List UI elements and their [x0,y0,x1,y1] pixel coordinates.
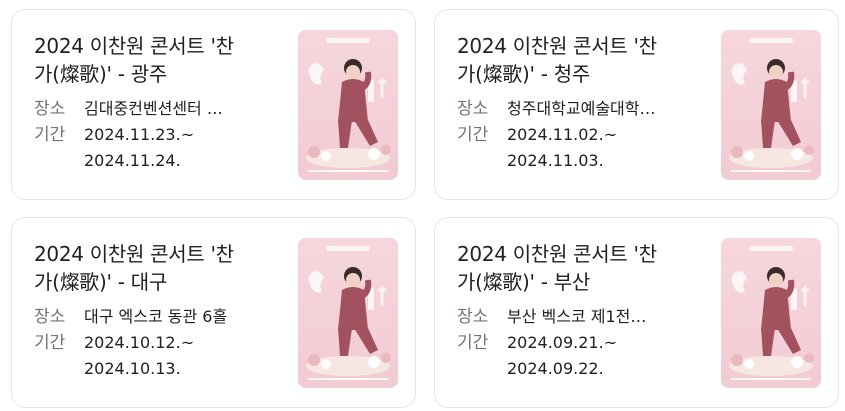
period-end: 2024.09.22. [507,359,604,378]
concert-title-line: 2024 이찬원 콘서트 '찬 [34,242,234,266]
period-start: 2024.10.12.~ [84,333,195,352]
concert-title-line: 가(燦歌)' - 광주 [34,62,167,86]
concert-card[interactable]: 2024 이찬원 콘서트 '찬 가(燦歌)' - 광주 장소 김대중컨벤션센터 … [11,9,416,200]
period-start: 2024.09.21.~ [507,333,618,352]
concert-info: 장소 대구 엑스코 동관 6홀 기간 2024.10.12.~ 2024.10.… [34,304,284,382]
period-start: 2024.11.23.~ [84,125,195,144]
concert-title-line: 가(燦歌)' - 대구 [34,270,167,294]
period-value: 2024.10.12.~ 2024.10.13. [84,330,274,382]
concert-title[interactable]: 2024 이찬원 콘서트 '찬 가(燦歌)' - 청주 [457,32,707,88]
concert-info: 장소 부산 벡스코 제1전… 기간 2024.09.21.~ 2024.09.2… [457,304,707,382]
venue-label: 장소 [457,307,489,327]
period-end: 2024.10.13. [84,359,181,378]
period-end: 2024.11.03. [507,151,604,170]
concert-title-line: 2024 이찬원 콘서트 '찬 [457,242,657,266]
venue-row: 장소 대구 엑스코 동관 6홀 [34,304,284,330]
venue-value: 김대중컨벤션센터 … [84,99,223,118]
concert-poster-image[interactable] [721,238,821,388]
period-end: 2024.11.24. [84,151,181,170]
concert-card[interactable]: 2024 이찬원 콘서트 '찬 가(燦歌)' - 청주 장소 청주대학교예술대학… [434,9,839,200]
concert-title[interactable]: 2024 이찬원 콘서트 '찬 가(燦歌)' - 부산 [457,240,707,296]
period-value: 2024.11.02.~ 2024.11.03. [507,122,697,174]
venue-label: 장소 [34,99,66,119]
venue-row: 장소 청주대학교예술대학… [457,96,707,122]
concert-title-line: 가(燦歌)' - 부산 [457,270,590,294]
period-label: 기간 [34,125,66,145]
concert-title[interactable]: 2024 이찬원 콘서트 '찬 가(燦歌)' - 광주 [34,32,284,88]
period-value: 2024.11.23.~ 2024.11.24. [84,122,274,174]
concert-poster-image[interactable] [298,238,398,388]
concert-card[interactable]: 2024 이찬원 콘서트 '찬 가(燦歌)' - 대구 장소 대구 엑스코 동관… [11,217,416,408]
venue-row: 장소 부산 벡스코 제1전… [457,304,707,330]
concert-card-grid: 2024 이찬원 콘서트 '찬 가(燦歌)' - 광주 장소 김대중컨벤션센터 … [0,0,845,411]
period-row: 기간 2024.11.23.~ 2024.11.24. [34,122,284,174]
concert-card[interactable]: 2024 이찬원 콘서트 '찬 가(燦歌)' - 부산 장소 부산 벡스코 제1… [434,217,839,408]
period-row: 기간 2024.09.21.~ 2024.09.22. [457,330,707,382]
period-label: 기간 [457,333,489,353]
venue-row: 장소 김대중컨벤션센터 … [34,96,284,122]
period-row: 기간 2024.11.02.~ 2024.11.03. [457,122,707,174]
venue-label: 장소 [34,307,66,327]
concert-title-line: 2024 이찬원 콘서트 '찬 [457,34,657,58]
period-row: 기간 2024.10.12.~ 2024.10.13. [34,330,284,382]
venue-value: 대구 엑스코 동관 6홀 [84,307,228,326]
concert-info: 장소 김대중컨벤션센터 … 기간 2024.11.23.~ 2024.11.24… [34,96,284,174]
period-label: 기간 [34,333,66,353]
concert-title-line: 2024 이찬원 콘서트 '찬 [34,34,234,58]
venue-label: 장소 [457,99,489,119]
venue-value: 부산 벡스코 제1전… [507,307,647,326]
concert-title-line: 가(燦歌)' - 청주 [457,62,590,86]
concert-poster-image[interactable] [298,30,398,180]
concert-title[interactable]: 2024 이찬원 콘서트 '찬 가(燦歌)' - 대구 [34,240,284,296]
concert-poster-image[interactable] [721,30,821,180]
period-label: 기간 [457,125,489,145]
period-value: 2024.09.21.~ 2024.09.22. [507,330,697,382]
concert-info: 장소 청주대학교예술대학… 기간 2024.11.02.~ 2024.11.03… [457,96,707,174]
period-start: 2024.11.02.~ [507,125,618,144]
venue-value: 청주대학교예술대학… [507,99,656,118]
